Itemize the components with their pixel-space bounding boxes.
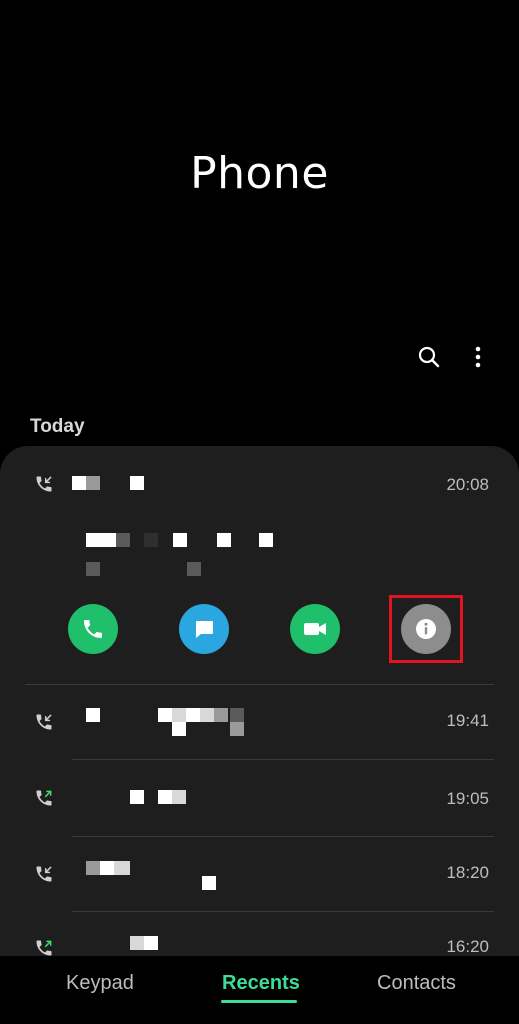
outgoing-call-icon	[36, 790, 52, 806]
call-time: 19:05	[446, 789, 489, 808]
highlight-box	[389, 595, 463, 663]
call-time: 16:20	[446, 937, 489, 956]
call-time: 20:08	[446, 475, 489, 494]
message-icon	[196, 621, 213, 638]
tab-contacts[interactable]: Contacts	[377, 972, 456, 995]
video-icon	[304, 623, 326, 635]
tab-keypad[interactable]: Keypad	[66, 972, 134, 995]
page-title: Phone	[190, 148, 329, 199]
active-tab-indicator	[221, 1000, 297, 1003]
section-today: Today	[30, 416, 85, 437]
outgoing-call-icon	[36, 940, 52, 956]
search-icon	[418, 346, 440, 368]
call-row[interactable]: 20:08	[0, 446, 519, 684]
more-options-button[interactable]	[463, 342, 493, 372]
more-vertical-icon	[475, 346, 481, 368]
tab-recents[interactable]: Recents	[222, 972, 300, 995]
call-row[interactable]: 19:41	[0, 685, 519, 759]
voice-call-button[interactable]	[68, 604, 118, 654]
incoming-call-icon	[36, 714, 52, 730]
incoming-call-icon	[36, 476, 52, 492]
call-row[interactable]: 19:05	[0, 760, 519, 836]
video-call-button[interactable]	[290, 604, 340, 654]
search-button[interactable]	[414, 342, 444, 372]
recent-calls-list: 20:08 19:41 19:05 18:20 16:20	[0, 446, 519, 956]
bottom-navigation: Keypad Recents Contacts	[0, 956, 519, 1024]
call-row[interactable]: 18:20	[0, 837, 519, 911]
call-time: 19:41	[446, 711, 489, 730]
call-time: 18:20	[446, 863, 489, 882]
call-row[interactable]: 16:20	[0, 912, 519, 956]
phone-icon	[84, 620, 102, 638]
message-button[interactable]	[179, 604, 229, 654]
incoming-call-icon	[36, 866, 52, 882]
